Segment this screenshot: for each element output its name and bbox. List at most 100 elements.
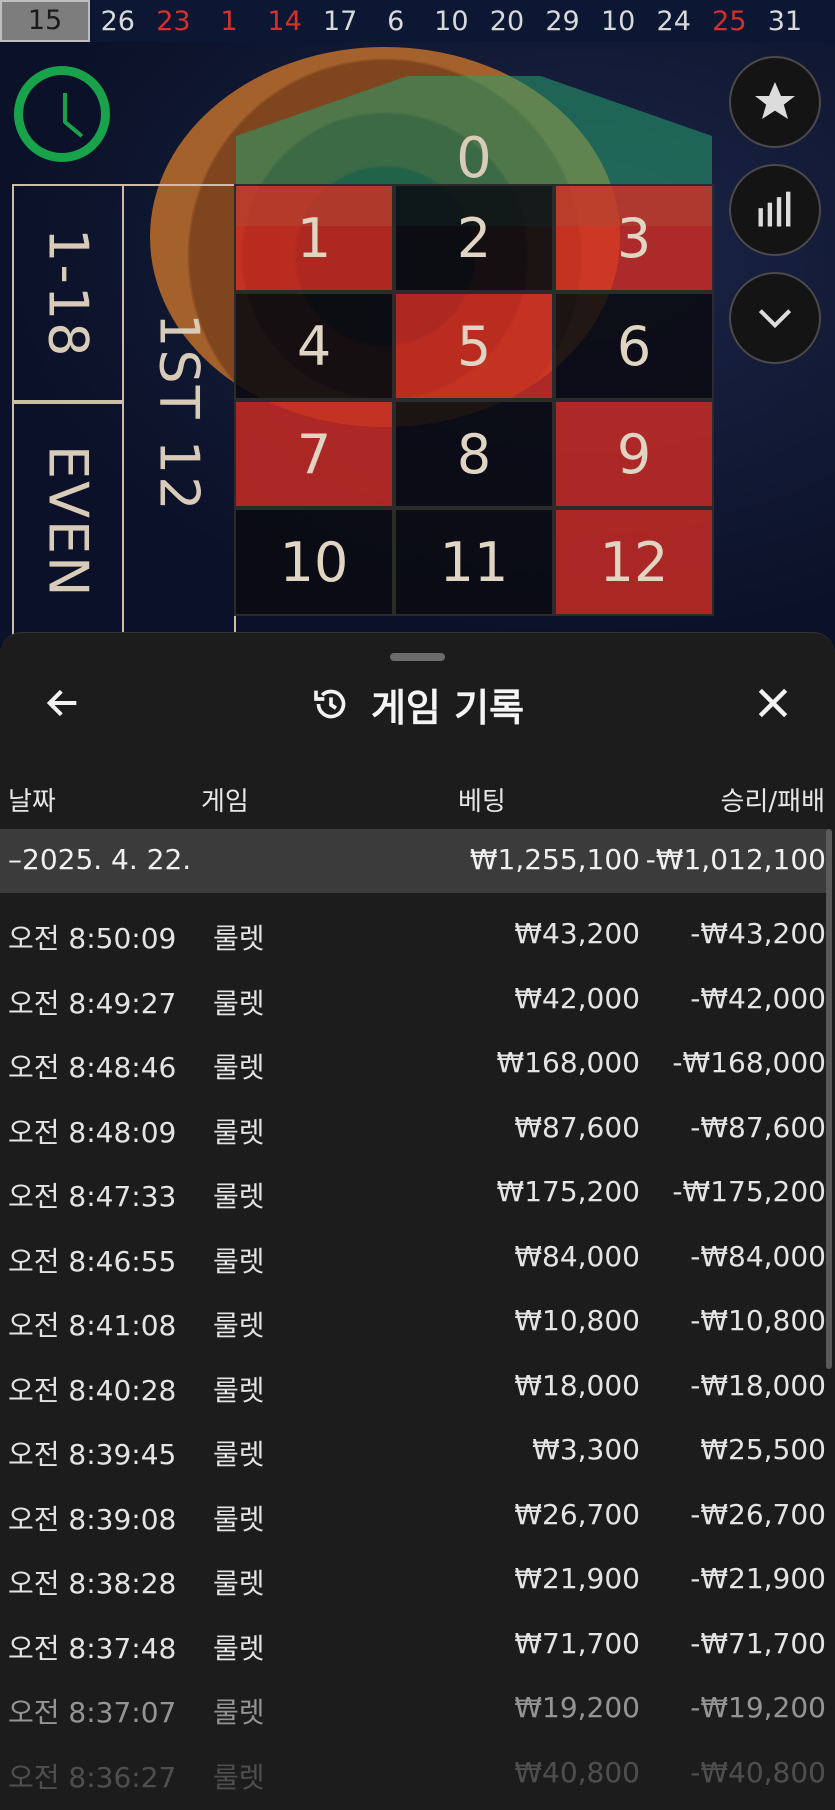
row-result: -₩71,700 (690, 1626, 826, 1660)
row-bet: ₩175,200 (496, 1175, 640, 1208)
row-game: 룰렛 (213, 1051, 265, 1084)
history-row[interactable]: 오전 8:48:09 룰렛 ₩87,600 -₩87,600 (0, 1095, 828, 1160)
row-game: 룰렛 (213, 1373, 265, 1407)
column-header-date: 날짜 (8, 787, 56, 817)
row-bet: ₩21,900 (514, 1562, 640, 1595)
bet-spot-number[interactable]: 5 (394, 292, 554, 400)
history-row[interactable]: 오전 8:40:28 룰렛 ₩18,000 -₩18,000 (0, 1353, 828, 1418)
bet-spot-number[interactable]: 3 (554, 184, 714, 292)
history-row[interactable]: 오전 8:46:55 룰렛 ₩84,000 -₩84,000 (0, 1224, 828, 1289)
bet-spot-number[interactable]: 1 (234, 184, 394, 292)
summary-bet: ₩1,255,100 (469, 843, 640, 876)
row-game: 룰렛 (213, 1115, 265, 1149)
history-icon (314, 689, 346, 719)
bet-spot-number[interactable]: 7 (234, 400, 394, 508)
row-result: -₩21,900 (690, 1562, 826, 1595)
column-header-result: 승리/패배 (720, 787, 825, 817)
bet-spot-number[interactable]: 4 (234, 292, 394, 400)
row-time: 오전 8:39:08 (8, 1502, 177, 1536)
row-game: 룰렛 (213, 1244, 265, 1278)
row-result: ₩25,500 (700, 1433, 826, 1466)
history-list: 오전 8:50:09 룰렛 ₩43,200 -₩43,200 오전 8:49:27 룰렛 ₩… (0, 901, 828, 1804)
row-bet: ₩3,300 (532, 1433, 640, 1466)
chevron-down-icon (758, 309, 792, 329)
clock-icon (14, 66, 110, 162)
bet-spot-even-label: EVEN (36, 445, 100, 599)
result-number: 20 (489, 5, 525, 37)
bet-spot-number[interactable]: 10 (234, 508, 394, 616)
row-game: 룰렛 (213, 1760, 265, 1794)
favorites-button[interactable] (729, 56, 821, 148)
row-result: -₩40,800 (690, 1755, 826, 1789)
bet-spot-number[interactable]: 12 (554, 508, 714, 616)
row-game: 룰렛 (213, 1180, 265, 1213)
column-header-bet: 베팅 (458, 787, 506, 817)
bet-spot-low-label: 1-18 (36, 227, 100, 359)
row-bet: ₩40,800 (514, 1755, 640, 1789)
number-grid: 1 2 3 4 5 6 7 8 9 10 11 12 (234, 184, 714, 642)
row-result: -₩18,000 (690, 1368, 826, 1402)
bet-spot-number[interactable]: 9 (554, 400, 714, 508)
row-time: 오전 8:48:09 (8, 1115, 177, 1149)
scrollbar[interactable] (826, 829, 832, 1369)
bet-spot-first-dozen[interactable]: 1ST 12 (122, 184, 236, 642)
row-result: -₩42,000 (690, 981, 826, 1015)
close-button[interactable] (745, 675, 801, 731)
row-bet: ₩84,000 (514, 1239, 640, 1273)
row-time: 오전 8:36:27 (8, 1760, 177, 1794)
history-row[interactable]: 오전 8:36:27 룰렛 ₩40,800 -₩40,800 (0, 1740, 828, 1805)
row-bet: ₩168,000 (496, 1046, 640, 1079)
bet-spot-number[interactable]: 8 (394, 400, 554, 508)
row-result: -₩10,800 (690, 1304, 826, 1337)
result-number: 29 (545, 5, 580, 37)
row-bet: ₩71,700 (514, 1626, 640, 1660)
history-row[interactable]: 오전 8:48:46 룰렛 ₩168,000 -₩168,000 (0, 1030, 828, 1095)
result-number: 10 (434, 5, 469, 37)
bet-spot-number[interactable]: 11 (394, 508, 554, 616)
history-row[interactable]: 오전 8:39:45 룰렛 ₩3,300 ₩25,500 (0, 1417, 828, 1482)
date-group-summary[interactable]: –2025. 4. 22. ₩1,255,100 -₩1,012,100 (0, 829, 828, 893)
row-game: 룰렛 (213, 1696, 265, 1729)
row-bet: ₩18,000 (514, 1368, 640, 1402)
bet-spot-number[interactable]: 2 (394, 184, 554, 292)
row-time: 오전 8:48:46 (8, 1051, 177, 1084)
row-result: -₩84,000 (690, 1239, 826, 1273)
history-row[interactable]: 오전 8:38:28 룰렛 ₩21,900 -₩21,900 (0, 1546, 828, 1611)
row-time: 오전 8:38:28 (8, 1567, 177, 1600)
summary-result: -₩1,012,100 (645, 843, 826, 876)
row-bet: ₩42,000 (514, 981, 640, 1015)
row-bet: ₩19,200 (514, 1691, 640, 1724)
result-number: 25 (712, 5, 747, 37)
statistics-button[interactable] (729, 164, 821, 256)
history-row[interactable]: 오전 8:49:27 룰렛 ₩42,000 -₩42,000 (0, 966, 828, 1031)
row-time: 오전 8:41:08 (8, 1309, 177, 1342)
result-number: 31 (767, 5, 803, 37)
history-row[interactable]: 오전 8:50:09 룰렛 ₩43,200 -₩43,200 (0, 901, 828, 966)
result-number: 26 (100, 5, 135, 37)
history-row[interactable]: 오전 8:41:08 룰렛 ₩10,800 -₩10,800 (0, 1288, 828, 1353)
sheet-drag-handle[interactable] (390, 653, 445, 661)
bet-spot-number[interactable]: 6 (554, 292, 714, 400)
collapse-button[interactable] (729, 272, 821, 364)
sheet-header: 게임 기록 (0, 677, 835, 731)
row-game: 룰렛 (213, 1631, 265, 1665)
bar-chart-icon (758, 191, 791, 227)
row-bet: ₩43,200 (514, 917, 640, 950)
history-row[interactable]: 오전 8:47:33 룰렛 ₩175,200 -₩175,200 (0, 1159, 828, 1224)
row-game: 룰렛 (213, 922, 265, 955)
row-time: 오전 8:49:27 (8, 986, 177, 1020)
game-history-sheet: 게임 기록 날짜 게임 베팅 승리/패배 –2025. 4. 22. ₩1,25… (0, 632, 835, 1810)
row-game: 룰렛 (213, 986, 265, 1020)
history-row[interactable]: 오전 8:37:48 룰렛 ₩71,700 -₩71,700 (0, 1611, 828, 1676)
history-row[interactable]: 오전 8:37:07 룰렛 ₩19,200 -₩19,200 (0, 1675, 828, 1740)
column-header-game: 게임 (201, 787, 249, 817)
bet-spot-low[interactable]: 1-18 (12, 184, 124, 402)
row-result: -₩87,600 (690, 1110, 826, 1144)
bet-spot-even[interactable]: EVEN (12, 402, 124, 642)
row-bet: ₩87,600 (514, 1110, 640, 1144)
result-number: 10 (600, 5, 636, 37)
row-bet: ₩26,700 (514, 1497, 640, 1531)
row-game: 룰렛 (213, 1438, 265, 1471)
row-result: -₩43,200 (690, 917, 826, 950)
history-row[interactable]: 오전 8:39:08 룰렛 ₩26,700 -₩26,700 (0, 1482, 828, 1547)
